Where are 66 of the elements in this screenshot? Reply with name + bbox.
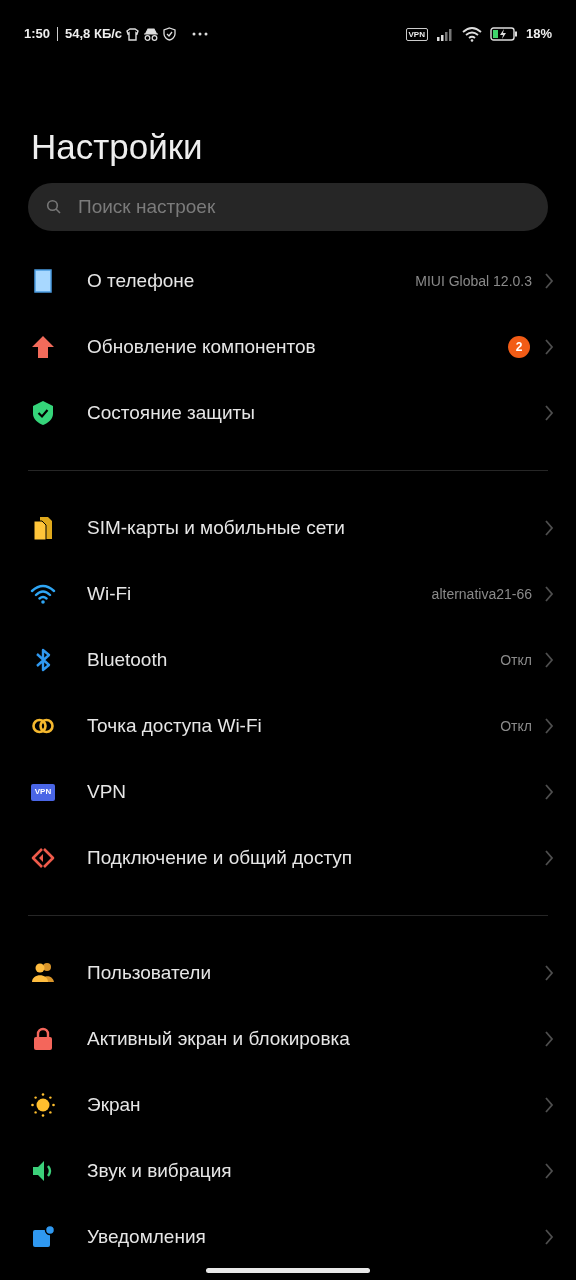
settings-item[interactable]: SIM-карты и мобильные сети [0,495,576,561]
vpn-indicator: VPN [405,27,428,41]
item-value: Откл [500,716,532,736]
item-value: MIUI Global 12.0.3 [415,271,532,291]
shield-check-icon [30,400,56,426]
item-value: alternativa21-66 [431,584,532,604]
item-label: Пользователи [87,960,211,985]
chevron-right-icon [544,520,554,536]
item-label: Подключение и общий доступ [87,845,353,870]
chevron-right-icon [544,784,554,800]
item-label: Активный экран и блокировка [87,1026,350,1051]
item-label: Состояние защиты [87,400,255,425]
settings-item[interactable]: Звук и вибрация [0,1138,576,1204]
chevron-right-icon [544,1229,554,1245]
chevron-right-icon [544,718,554,734]
wifi-icon [461,26,482,42]
notification-badge: 2 [508,336,530,358]
notification-icon [30,1224,56,1250]
item-label: Экран [87,1092,141,1117]
item-value: Откл [500,650,532,670]
chevron-right-icon [544,586,554,602]
signal-icon [435,27,454,41]
item-label: Точка доступа Wi-Fi [87,713,262,738]
item-label: SIM-карты и мобильные сети [87,515,345,540]
clock: 1:50 [24,25,51,44]
settings-item[interactable]: VPN VPN [0,759,576,825]
settings-item[interactable]: Bluetooth Откл [0,627,576,693]
settings-item[interactable]: Подключение и общий доступ [0,825,576,891]
vpn-icon: VPN [31,783,55,801]
item-label: Wi-Fi [87,581,132,606]
battery-level: 18% [525,25,552,44]
item-label: Обновление компонентов [87,334,316,359]
item-label: О телефоне [87,268,195,293]
settings-item[interactable]: Точка доступа Wi-Fi Откл [0,693,576,759]
settings-item[interactable]: Wi-Fi alternativa21-66 [0,561,576,627]
chevron-right-icon [544,652,554,668]
settings-item[interactable]: Обновление компонентов 2 [0,314,576,380]
item-label: Уведомления [87,1224,206,1249]
shirt-icon [126,27,140,41]
chevron-right-icon [544,339,554,355]
item-label: Bluetooth [87,647,168,672]
chevron-right-icon [544,1097,554,1113]
arrow-up-icon [30,334,56,360]
page-title: Настройки [31,126,204,168]
home-indicator[interactable] [206,1268,370,1273]
chevron-right-icon [544,850,554,866]
network-speed: 54,8 КБ/с [65,25,123,44]
chevron-right-icon [544,965,554,981]
shield-icon [163,27,177,41]
settings-item[interactable]: Экран [0,1072,576,1138]
chevron-right-icon [544,273,554,289]
item-label: Звук и вибрация [87,1158,232,1183]
settings-item[interactable]: Пользователи [0,940,576,1006]
settings-item[interactable]: Состояние защиты [0,380,576,446]
settings-item[interactable]: О телефоне MIUI Global 12.0.3 [0,248,576,314]
more-icon [192,32,209,36]
settings-item[interactable]: Уведомления [0,1204,576,1270]
settings-item[interactable]: Активный экран и блокировка [0,1006,576,1072]
chevron-right-icon [544,1163,554,1179]
incognito-icon [143,27,160,41]
item-label: VPN [87,779,127,804]
chevron-right-icon [544,405,554,421]
search-field[interactable]: Поиск настроек [28,183,548,231]
battery-charging-icon [489,27,518,41]
sun-icon [30,1092,56,1118]
chevron-right-icon [544,1031,554,1047]
